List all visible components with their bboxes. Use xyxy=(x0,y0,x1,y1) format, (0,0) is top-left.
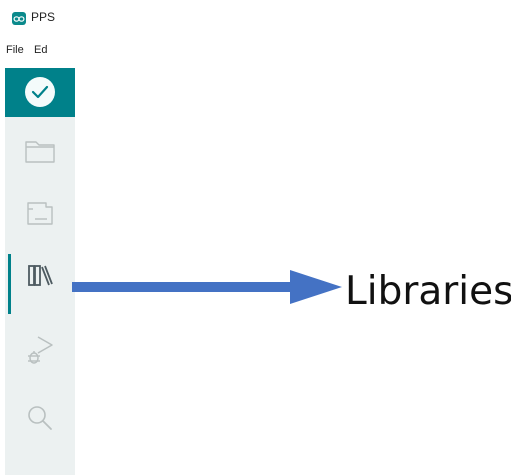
callout-label: Libraries xyxy=(345,269,511,314)
search-button[interactable] xyxy=(23,401,57,435)
arduino-infinity-icon xyxy=(12,12,26,25)
check-icon xyxy=(31,85,49,99)
screenshot: PPS File Ed Libraries xyxy=(0,0,511,475)
debug-icon xyxy=(28,336,53,364)
verify-button[interactable] xyxy=(25,77,55,107)
search-icon xyxy=(28,406,52,430)
activity-bar xyxy=(5,117,75,475)
window-title: PPS xyxy=(31,10,56,24)
boards-manager-button[interactable] xyxy=(23,196,57,230)
menu-bar: File Ed xyxy=(0,42,75,60)
board-icon xyxy=(27,202,53,225)
menu-edit[interactable]: Ed xyxy=(34,44,47,56)
debug-button[interactable] xyxy=(23,333,57,367)
folder-icon xyxy=(25,141,55,163)
title-bar: PPS xyxy=(0,0,75,38)
active-indicator xyxy=(8,254,11,314)
library-icon xyxy=(28,265,53,286)
callout-arrow xyxy=(72,270,342,304)
menu-file[interactable]: File xyxy=(6,44,24,56)
sketchbook-button[interactable] xyxy=(23,134,57,168)
library-manager-button[interactable] xyxy=(23,258,57,292)
